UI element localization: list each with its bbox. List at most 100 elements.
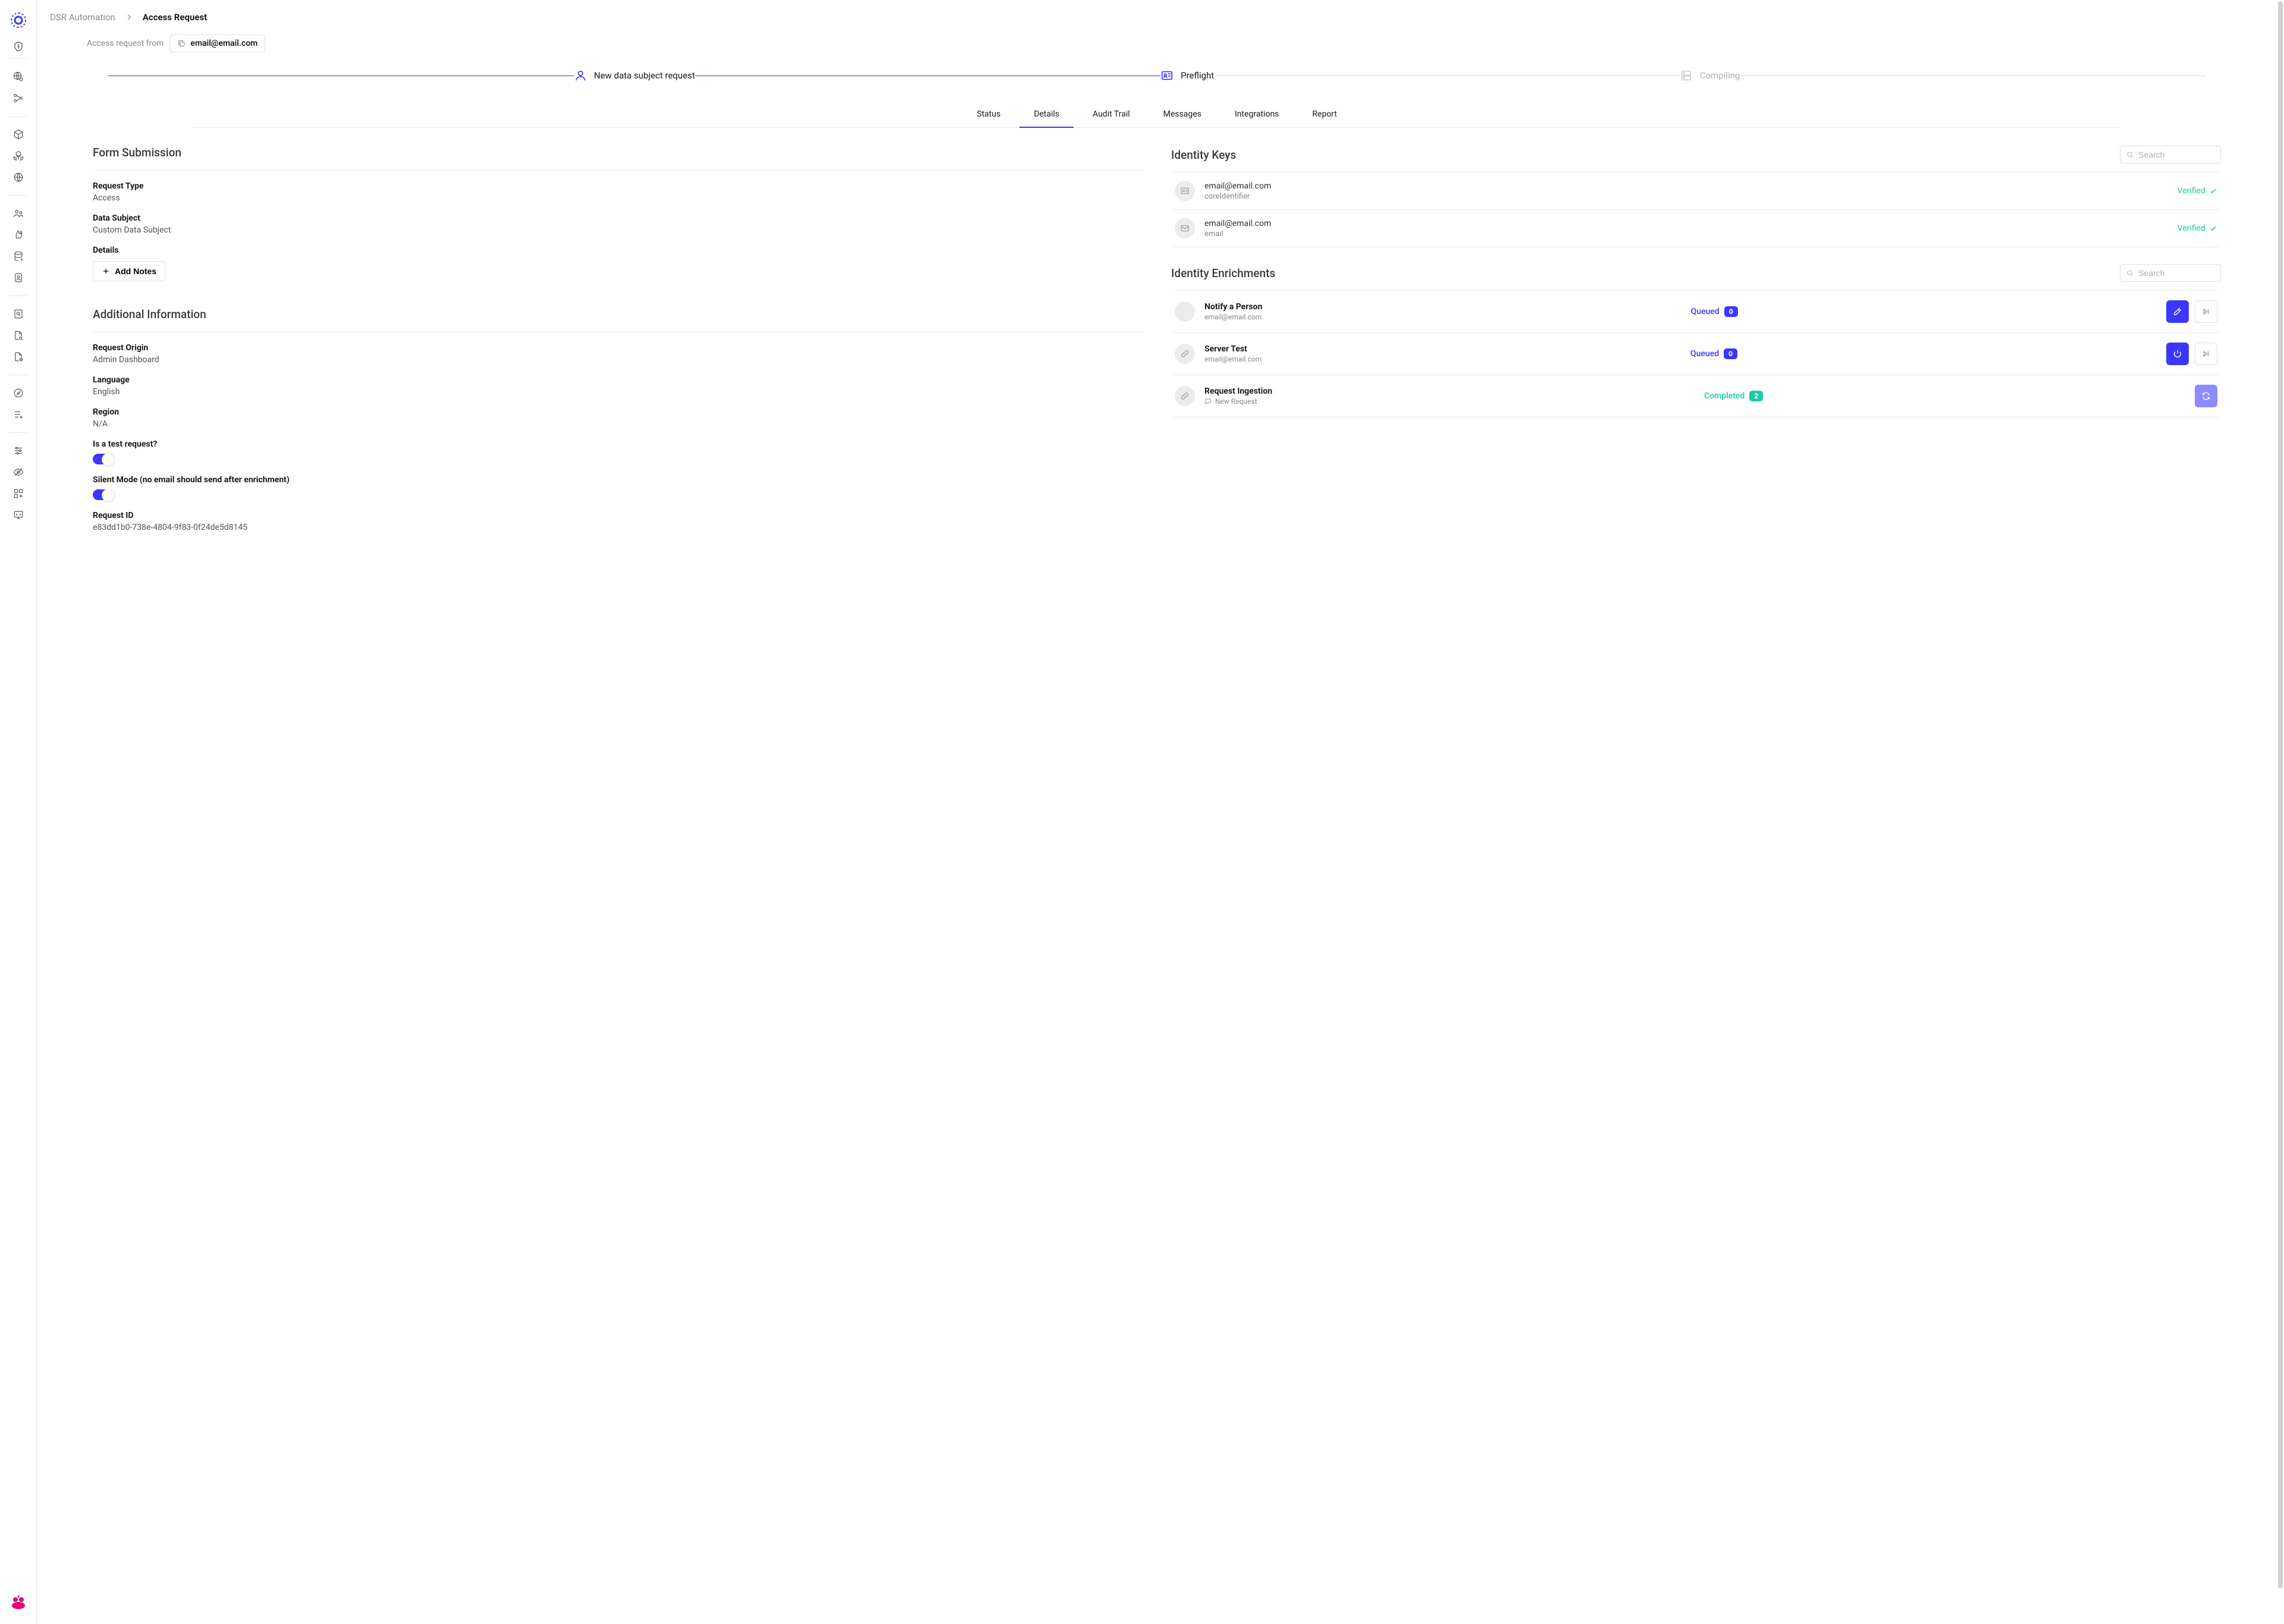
plus-icon	[102, 267, 110, 275]
sidebar-cube-icon[interactable]	[7, 125, 30, 144]
request-id-value: e83dd1b0-738e-4804-9f83-0f24de5d8145	[93, 523, 1143, 532]
breadcrumb-root[interactable]: DSR Automation	[50, 12, 115, 23]
check-icon	[2209, 224, 2217, 233]
enrichment-status: Queued 0	[1691, 306, 1738, 317]
sidebar-globe-icon[interactable]	[7, 168, 30, 187]
tab-messages[interactable]: Messages	[1161, 103, 1204, 127]
logo-icon	[10, 12, 27, 31]
count-badge: 0	[1724, 306, 1738, 317]
request-id-label: Request ID	[93, 511, 1143, 520]
tab-report[interactable]: Report	[1310, 103, 1339, 127]
server-icon	[1680, 69, 1693, 82]
enrichment-title: Notify a Person	[1204, 302, 1262, 312]
sidebar-eye-off-icon[interactable]	[7, 463, 30, 482]
progress-stepper: New data subject request Preflight Compi…	[37, 69, 2277, 103]
link-icon	[1175, 301, 1195, 322]
enrichment-action-button[interactable]	[2166, 300, 2189, 323]
add-notes-label: Add Notes	[115, 266, 156, 276]
main-content: DSR Automation Access Request Access req…	[37, 0, 2284, 1624]
silent-mode-toggle[interactable]	[93, 489, 114, 500]
enrichment-row: Server Test email@email.com Queued 0	[1171, 333, 2221, 375]
sidebar-nodes-icon[interactable]	[7, 89, 30, 108]
request-type-value: Access	[93, 193, 1143, 203]
enrichment-status: Queued 0	[1690, 348, 1737, 359]
identity-search[interactable]	[2120, 146, 2221, 164]
verified-badge: Verified	[2178, 224, 2217, 233]
sidebar-database-icon[interactable]	[7, 247, 30, 266]
link-icon	[1175, 344, 1195, 364]
step-label: Preflight	[1181, 70, 1214, 81]
enrichment-row: Request Ingestion New Request Completed …	[1171, 375, 2221, 417]
test-request-toggle[interactable]	[93, 454, 114, 464]
sidebar-people-icon[interactable]	[7, 204, 30, 223]
id-card-icon	[1175, 181, 1195, 201]
request-email-chip[interactable]: email@email.com	[170, 34, 265, 52]
data-subject-value: Custom Data Subject	[93, 225, 1143, 235]
scrollbar[interactable]	[2278, 1, 2283, 1588]
search-icon	[2126, 150, 2134, 159]
tab-integrations[interactable]: Integrations	[1232, 103, 1281, 127]
step-new-request: New data subject request	[574, 69, 695, 82]
left-column: Form Submission Request Type Access Data…	[93, 146, 1143, 532]
enrichment-title: Request Ingestion	[1204, 387, 1272, 396]
enrichments-search[interactable]	[2120, 264, 2221, 282]
count-badge: 2	[1749, 391, 1763, 401]
enrichment-action-button[interactable]	[2195, 385, 2217, 407]
identity-keys-title: Identity Keys	[1171, 148, 1236, 162]
enrichment-sub: New Request	[1204, 397, 1272, 406]
tab-audit-trail[interactable]: Audit Trail	[1090, 103, 1132, 127]
region-value: N/A	[93, 419, 1143, 429]
identity-key-row: email@email.com coreIdentifier Verified	[1171, 172, 2221, 210]
sidebar-bot-icon[interactable]	[7, 1593, 30, 1612]
identity-secondary: coreIdentifier	[1204, 192, 1271, 201]
skip-icon	[2202, 350, 2210, 358]
sidebar-action-center-icon[interactable]	[7, 37, 30, 56]
sidebar-file-search-icon[interactable]	[7, 326, 30, 345]
skip-icon	[2202, 307, 2210, 316]
origin-label: Request Origin	[93, 343, 1143, 353]
identity-primary: email@email.com	[1204, 219, 1271, 228]
enrichment-action-button[interactable]	[2166, 343, 2189, 365]
sidebar-list-add-icon[interactable]	[7, 405, 30, 424]
skip-button[interactable]	[2195, 300, 2217, 323]
breadcrumb-current: Access Request	[143, 12, 207, 23]
enrichment-sub: email@email.com	[1204, 313, 1262, 321]
sidebar-id-badge-icon[interactable]	[7, 268, 30, 287]
sidebar	[0, 0, 37, 1624]
silent-mode-label: Silent Mode (no email should send after …	[93, 475, 1143, 485]
request-from-label: Access request from	[87, 39, 164, 48]
tab-details[interactable]: Details	[1031, 103, 1062, 127]
identity-key-row: email@email.com email Verified	[1171, 210, 2221, 247]
chevron-right-icon	[126, 12, 132, 23]
sidebar-search-doc-icon[interactable]	[7, 304, 30, 323]
request-type-label: Request Type	[93, 181, 1143, 191]
language-label: Language	[93, 375, 1143, 385]
identity-search-input[interactable]	[2138, 150, 2214, 159]
tab-status[interactable]: Status	[974, 103, 1003, 127]
sidebar-compass-icon[interactable]	[7, 384, 30, 403]
enrichments-search-input[interactable]	[2138, 268, 2214, 278]
skip-button[interactable]	[2195, 343, 2217, 365]
sidebar-code-monitor-icon[interactable]	[7, 505, 30, 524]
sidebar-cubes-icon[interactable]	[7, 146, 30, 165]
request-email-text: email@email.com	[190, 39, 258, 48]
check-icon	[2209, 187, 2217, 195]
sidebar-file-block-icon[interactable]	[7, 347, 30, 366]
enrichment-row: Notify a Person email@email.com Queued 0	[1171, 290, 2221, 333]
tabs: Status Details Audit Trail Messages Inte…	[192, 103, 2122, 128]
additional-info-title: Additional Information	[93, 307, 1143, 321]
form-submission-title: Form Submission	[93, 146, 1143, 159]
step-compiling: Compiling	[1680, 69, 1740, 82]
sidebar-globe-gear-icon[interactable]	[7, 67, 30, 86]
sidebar-grid-add-icon[interactable]	[7, 484, 30, 503]
details-label: Details	[93, 246, 1143, 255]
identity-primary: email@email.com	[1204, 181, 1271, 191]
data-subject-label: Data Subject	[93, 213, 1143, 223]
sidebar-thumbs-icon[interactable]	[7, 225, 30, 244]
region-label: Region	[93, 407, 1143, 417]
sidebar-sliders-icon[interactable]	[7, 441, 30, 460]
add-notes-button[interactable]: Add Notes	[93, 261, 165, 281]
count-badge: 0	[1724, 348, 1737, 359]
enrichment-status: Completed 2	[1704, 391, 1763, 401]
test-request-label: Is a test request?	[93, 439, 1143, 449]
